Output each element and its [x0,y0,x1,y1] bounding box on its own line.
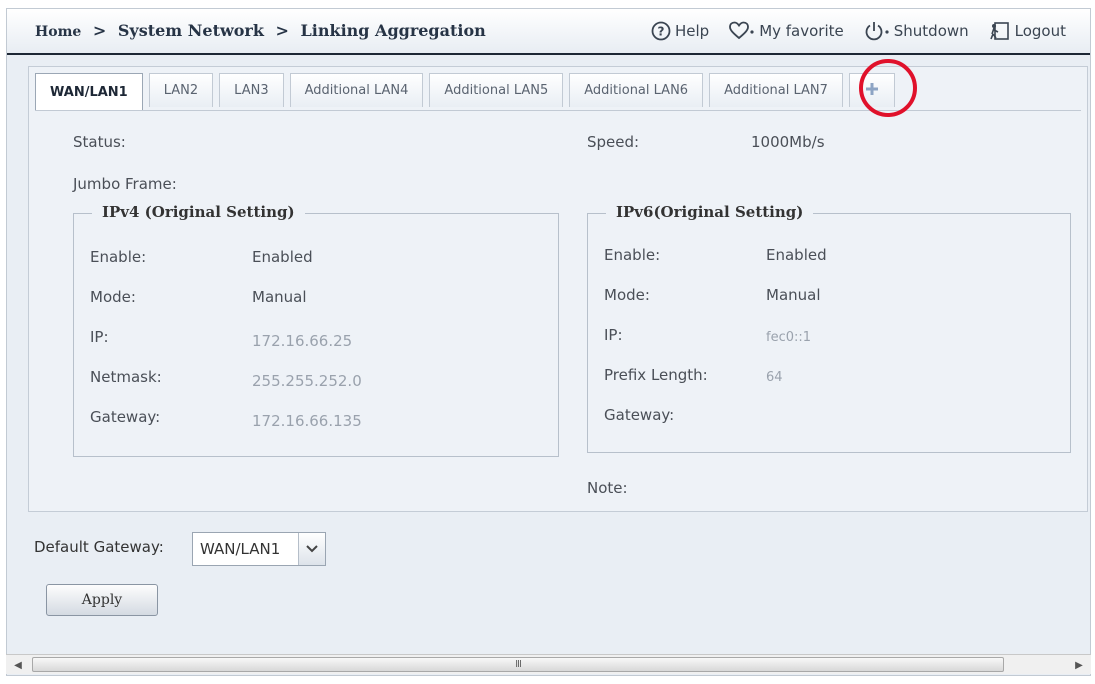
top-links: ? Help My favorite Shutdown Logout [651,21,1066,41]
shutdown-link[interactable]: Shutdown [864,21,969,41]
speed-value: 1000Mb/s [751,133,825,151]
tab-additional-lan7[interactable]: Additional LAN7 [709,73,843,107]
power-icon [864,21,890,41]
top-bar: Home > System Network > Linking Aggregat… [7,9,1090,55]
ipv6-legend: IPv6(Original Setting) [606,203,814,221]
ipv4-mode-label: Mode: [90,288,136,306]
ipv4-mode-value: Manual [252,288,307,306]
chevron-down-icon[interactable] [298,533,325,565]
scrollbar-thumb[interactable]: III [32,657,1004,672]
ipv6-ip-value: fec0::1 [766,330,812,345]
horizontal-scrollbar[interactable]: ◀ III ▶ [6,654,1091,674]
logout-door-icon [989,21,1011,41]
logout-link[interactable]: Logout [989,21,1066,41]
ipv4-legend: IPv4 (Original Setting) [92,203,305,221]
breadcrumb: Home > System Network > Linking Aggregat… [35,21,486,40]
jumbo-frame-label: Jumbo Frame: [73,175,177,193]
apply-button[interactable]: Apply [46,584,158,616]
tab-additional-lan6[interactable]: Additional LAN6 [569,73,704,107]
scroll-right-icon[interactable]: ▶ [1071,658,1087,672]
ipv6-prefix-value: 64 [766,370,783,385]
tab-lan2[interactable]: LAN2 [148,73,214,107]
ipv6-prefix-label: Prefix Length: [604,366,708,384]
ipv4-netmask-value: 255.255.252.0 [252,372,362,390]
scrollbar-grip: III [515,659,522,670]
breadcrumb-home[interactable]: Home [35,24,81,40]
lan-tabs: WAN/LAN1 LAN2 LAN3 Additional LAN4 Addit… [35,73,901,111]
breadcrumb-separator: > [92,21,107,40]
breadcrumb-section[interactable]: System Network [118,21,264,40]
favorite-label: My favorite [759,22,844,40]
ipv4-fieldset: IPv4 (Original Setting) Enable: Enabled … [73,203,559,457]
default-gateway-label: Default Gateway: [34,538,164,556]
tab-additional-lan4[interactable]: Additional LAN4 [289,73,424,107]
question-circle-icon: ? [651,21,671,41]
tab-lan3[interactable]: LAN3 [219,73,284,107]
breadcrumb-current: Linking Aggregation [300,21,486,40]
breadcrumb-separator: > [275,21,289,40]
ipv4-ip-value: 172.16.66.25 [252,332,353,350]
note-label: Note: [587,479,628,497]
ipv4-gateway-value: 172.16.66.135 [252,412,362,430]
ipv6-ip-label: IP: [604,326,623,344]
heart-icon [729,21,755,41]
ipv4-ip-label: IP: [90,328,109,346]
ipv6-gateway-label: Gateway: [604,406,675,424]
default-gateway-select[interactable]: WAN/LAN1 [192,532,326,566]
settings-panel: WAN/LAN1 LAN2 LAN3 Additional LAN4 Addit… [28,59,1088,512]
shutdown-label: Shutdown [893,22,969,40]
help-label: Help [674,22,710,40]
svg-text:?: ? [658,25,665,39]
logout-label: Logout [1014,22,1066,40]
status-label: Status: [73,133,126,151]
ipv6-mode-label: Mode: [604,286,650,304]
ipv4-gateway-label: Gateway: [90,408,161,426]
tabs-divider [35,110,1081,111]
ipv4-netmask-label: Netmask: [90,368,162,386]
ipv6-fieldset: IPv6(Original Setting) Enable: Enabled M… [587,203,1071,453]
ipv4-enable-label: Enable: [90,248,147,266]
scroll-left-icon[interactable]: ◀ [10,658,26,672]
default-gateway-selected: WAN/LAN1 [200,540,281,558]
ipv6-enable-value: Enabled [766,246,827,264]
tab-wan-lan1[interactable]: WAN/LAN1 [35,73,143,111]
help-link[interactable]: ? Help [651,21,709,41]
favorite-link[interactable]: My favorite [729,21,844,41]
speed-label: Speed: [587,133,640,151]
ipv4-enable-value: Enabled [252,248,313,266]
ipv6-mode-value: Manual [766,286,821,304]
highlight-circle [859,59,917,117]
tab-additional-lan5[interactable]: Additional LAN5 [429,73,564,107]
ipv6-enable-label: Enable: [604,246,661,264]
